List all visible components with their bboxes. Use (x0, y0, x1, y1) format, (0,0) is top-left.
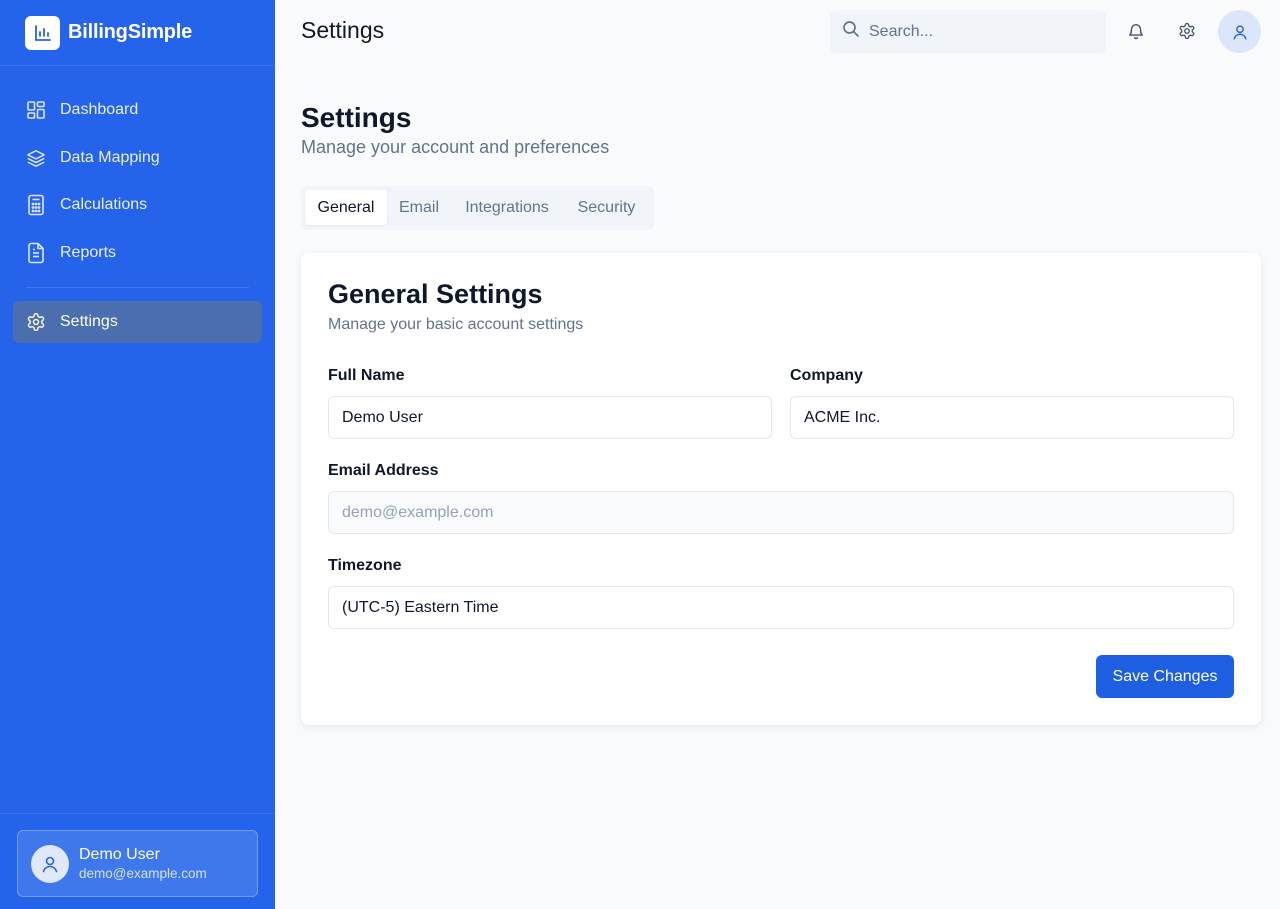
tab-general[interactable]: General (305, 190, 387, 225)
sidebar-nav: Dashboard Data Mapping Calculations Repo… (0, 66, 275, 343)
calculator-icon (26, 194, 46, 216)
user-profile-card[interactable]: Demo User demo@example.com (17, 830, 258, 897)
sidebar-item-data-mapping[interactable]: Data Mapping (13, 137, 262, 179)
sidebar-divider (26, 286, 249, 288)
bar-chart-logo-icon (25, 15, 60, 50)
timezone-label: Timezone (328, 557, 402, 574)
sidebar-item-label: Settings (60, 312, 118, 330)
app-name: BillingSimple (68, 21, 193, 43)
save-changes-button[interactable]: Save Changes (1096, 655, 1234, 698)
card-subtitle: Manage your basic account settings (328, 316, 584, 333)
brand[interactable]: BillingSimple (0, 0, 275, 66)
top-bar: Settings (275, 0, 1280, 62)
sidebar-item-reports[interactable]: Reports (13, 232, 262, 274)
sidebar: BillingSimple Dashboard Data Mapping Cal… (0, 0, 275, 909)
sidebar-item-label: Dashboard (60, 101, 139, 118)
sidebar-item-label: Data Mapping (60, 148, 160, 166)
tab-security[interactable]: Security (563, 190, 650, 225)
bell-icon[interactable] (1124, 19, 1148, 43)
user-icon (31, 844, 69, 883)
search-box[interactable] (830, 10, 1106, 53)
company-field[interactable] (790, 396, 1234, 439)
timezone-select[interactable] (328, 586, 1234, 629)
sidebar-item-settings[interactable]: Settings (13, 300, 262, 343)
gear-icon[interactable] (1175, 19, 1199, 43)
tab-integrations[interactable]: Integrations (451, 190, 563, 225)
email-field[interactable] (328, 491, 1234, 534)
layers-icon (26, 148, 46, 168)
sidebar-item-label: Calculations (60, 196, 148, 213)
settings-tabs: General Email Integrations Security (301, 186, 654, 230)
user-email: demo@example.com (79, 865, 207, 881)
sidebar-item-calculations[interactable]: Calculations (13, 184, 262, 226)
search-icon (842, 20, 860, 43)
user-name: Demo User (79, 845, 160, 863)
sidebar-item-label: Reports (60, 243, 117, 261)
dashboard-icon (26, 100, 46, 120)
sidebar-item-dashboard[interactable]: Dashboard (13, 89, 262, 131)
sidebar-footer-divider (0, 813, 275, 814)
general-settings-card: General Settings Manage your basic accou… (301, 253, 1261, 725)
user-icon[interactable] (1218, 10, 1261, 53)
page-subtitle: Manage your account and preferences (301, 137, 610, 157)
gear-icon (26, 312, 46, 332)
card-title: General Settings (328, 279, 543, 309)
search-input[interactable] (869, 22, 1089, 41)
email-label: Email Address (328, 462, 439, 479)
company-label: Company (790, 367, 863, 384)
full-name-field[interactable] (328, 396, 772, 439)
page-title: Settings (301, 102, 412, 133)
tab-email[interactable]: Email (387, 190, 451, 225)
full-name-label: Full Name (328, 367, 405, 384)
header-title: Settings (301, 17, 385, 43)
file-text-icon (26, 242, 46, 263)
